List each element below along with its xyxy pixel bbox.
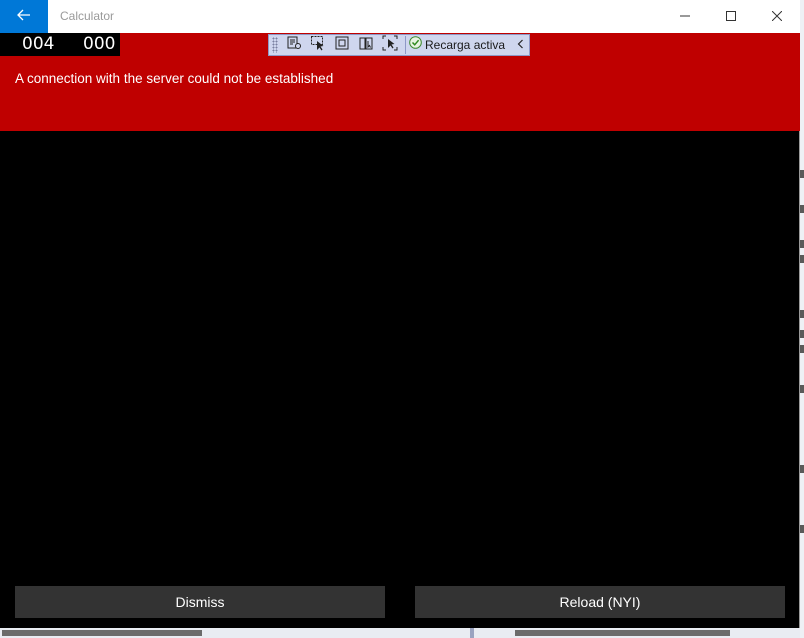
- maximize-icon: [726, 8, 736, 26]
- track-focus-button[interactable]: [354, 35, 378, 55]
- hot-reload-label: Recarga activa: [425, 38, 506, 52]
- close-icon: [771, 8, 783, 26]
- frame-counter-right: 000: [83, 34, 116, 54]
- background-ide-statusbar: [0, 628, 800, 638]
- app-title: Calculator: [60, 9, 115, 23]
- chevron-left-icon: [517, 36, 524, 54]
- display-layout-adorners-icon: [334, 35, 350, 56]
- collapse-toolbar-button[interactable]: [513, 35, 527, 55]
- title-bar: Calculator: [0, 0, 800, 33]
- select-element-button[interactable]: [306, 35, 330, 55]
- live-visual-tree-icon: [286, 35, 302, 56]
- calculator-window: Calculator A connection with the server …: [0, 0, 800, 628]
- xaml-debug-toolbar: Recarga activa: [268, 34, 530, 56]
- preview-selection-button[interactable]: [378, 35, 402, 55]
- select-element-icon: [310, 35, 326, 56]
- toolbar-separator: [405, 36, 406, 54]
- live-visual-tree-button[interactable]: [282, 35, 306, 55]
- hot-reload-status[interactable]: Recarga activa: [409, 35, 509, 55]
- error-message: A connection with the server could not b…: [15, 71, 334, 86]
- arrow-left-icon: [17, 8, 31, 26]
- background-ide-edge: [800, 0, 804, 638]
- frame-counter-left: 004: [22, 34, 55, 54]
- frame-rate-counter: 004 000: [0, 33, 120, 56]
- minimize-icon: [680, 8, 690, 26]
- back-button[interactable]: [0, 0, 48, 33]
- check-circle-icon: [409, 36, 422, 54]
- dismiss-button[interactable]: Dismiss: [15, 586, 385, 618]
- display-layout-adorners-button[interactable]: [330, 35, 354, 55]
- maximize-button[interactable]: [708, 0, 754, 33]
- track-focus-icon: [358, 35, 374, 56]
- reload-button[interactable]: Reload (NYI): [415, 586, 785, 618]
- preview-selection-icon: [382, 35, 398, 56]
- minimize-button[interactable]: [662, 0, 708, 33]
- toolbar-grip[interactable]: [272, 37, 278, 53]
- close-button[interactable]: [754, 0, 800, 33]
